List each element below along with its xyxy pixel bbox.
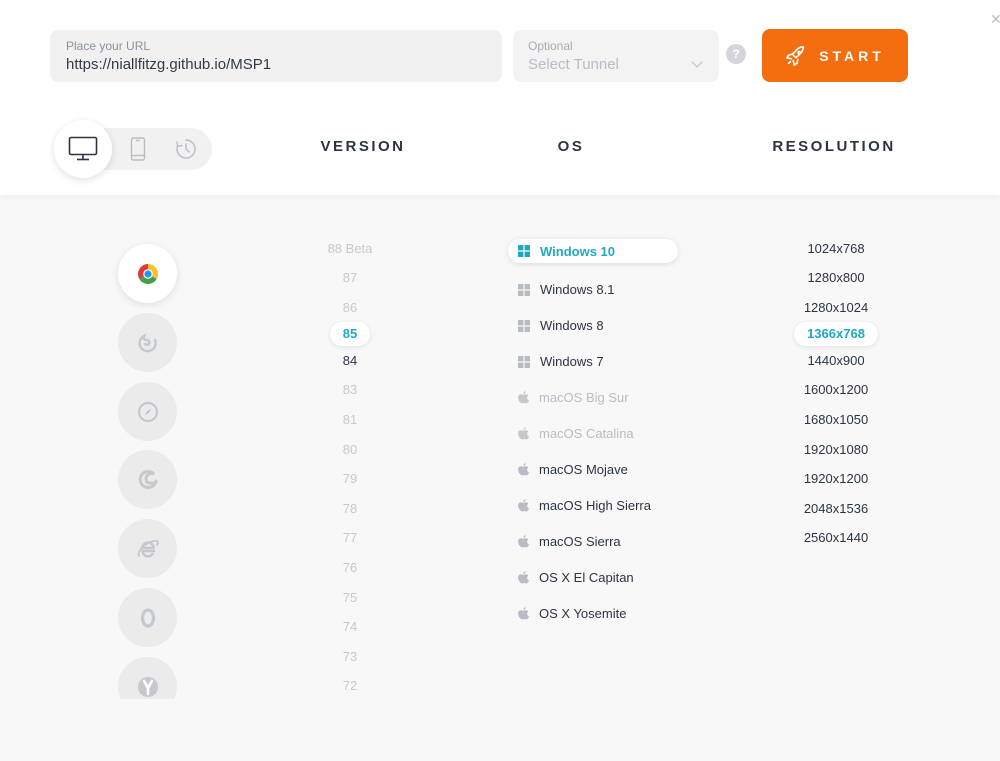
version-item[interactable]: 72 <box>310 678 390 693</box>
os-item[interactable]: macOS High Sierra <box>518 498 651 513</box>
apple-icon <box>518 427 529 440</box>
resolution-item[interactable]: 1920x1080 <box>790 442 882 457</box>
resolution-item[interactable]: 2560x1440 <box>790 530 882 545</box>
rocket-icon <box>786 45 805 66</box>
version-item[interactable]: 76 <box>310 560 390 575</box>
tunnel-placeholder: Select Tunnel <box>528 56 619 73</box>
version-heading: VERSION <box>320 138 406 155</box>
version-item-selected[interactable]: 85 <box>330 322 370 346</box>
os-item[interactable]: macOS Sierra <box>518 534 621 549</box>
version-item[interactable]: 74 <box>310 619 390 634</box>
os-label: OS X El Capitan <box>539 570 634 585</box>
os-label: Windows 7 <box>540 354 604 369</box>
os-label: macOS High Sierra <box>539 498 651 513</box>
version-item[interactable]: 78 <box>310 501 390 516</box>
os-label: Windows 8 <box>540 318 604 333</box>
tunnel-select[interactable]: Optional Select Tunnel <box>513 30 719 82</box>
windows-icon <box>518 283 530 296</box>
windows-icon <box>518 245 530 257</box>
os-label: macOS Mojave <box>539 462 628 477</box>
version-item[interactable]: 73 <box>310 649 390 664</box>
resolution-item-selected[interactable]: 1366x768 <box>794 322 878 346</box>
resolution-item[interactable]: 1440x900 <box>790 353 882 368</box>
os-heading: OS <box>557 138 585 155</box>
version-item[interactable]: 86 <box>310 300 390 315</box>
apple-icon <box>518 463 529 476</box>
apple-icon <box>518 607 529 620</box>
start-button[interactable]: START <box>762 29 908 82</box>
os-item[interactable]: Windows 8 <box>518 318 604 333</box>
url-label: Place your URL <box>66 39 151 53</box>
yandex-icon <box>137 676 158 697</box>
os-label: macOS Sierra <box>539 534 621 549</box>
resolution-item[interactable]: 1280x800 <box>790 270 882 285</box>
resolution-item[interactable]: 1280x1024 <box>790 300 882 315</box>
top-bar: ✕ Place your URL Optional Select Tunnel … <box>0 0 1000 195</box>
version-item[interactable]: 84 <box>310 353 390 368</box>
os-item[interactable]: Windows 8.1 <box>518 282 614 297</box>
recent-icon <box>176 139 196 159</box>
resolution-item[interactable]: 1024x768 <box>790 241 882 256</box>
version-item[interactable]: 77 <box>310 530 390 545</box>
url-input[interactable] <box>66 56 486 73</box>
resolution-item[interactable]: 1920x1200 <box>790 471 882 486</box>
os-label: macOS Big Sur <box>539 390 629 405</box>
mobile-icon <box>130 137 146 161</box>
device-tab-recent[interactable] <box>170 132 202 166</box>
os-item[interactable]: Windows 7 <box>518 354 604 369</box>
start-label: START <box>819 47 885 64</box>
os-label: OS X Yosemite <box>539 606 627 621</box>
device-tab-mobile[interactable] <box>122 132 154 166</box>
version-item[interactable]: 80 <box>310 442 390 457</box>
device-tab-desktop[interactable] <box>54 120 112 178</box>
url-field[interactable]: Place your URL <box>50 30 502 82</box>
os-item[interactable]: macOS Mojave <box>518 462 628 477</box>
help-icon[interactable]: ? <box>726 44 746 64</box>
os-label: Windows 10 <box>540 243 616 259</box>
resolution-item[interactable]: 1600x1200 <box>790 382 882 397</box>
resolution-item[interactable]: 2048x1536 <box>790 501 882 516</box>
os-label: Windows 8.1 <box>540 282 615 297</box>
version-item[interactable]: 87 <box>310 270 390 285</box>
version-item[interactable]: 88 Beta <box>310 241 390 256</box>
desktop-icon <box>68 136 98 161</box>
tunnel-label: Optional <box>528 39 573 53</box>
version-item[interactable]: 83 <box>310 382 390 397</box>
os-item-selected[interactable]: Windows 10 <box>508 239 678 263</box>
version-item[interactable]: 79 <box>310 471 390 486</box>
os-item[interactable]: macOS Catalina <box>518 426 634 441</box>
os-label: macOS Catalina <box>539 426 634 441</box>
resolution-item[interactable]: 1680x1050 <box>790 412 882 427</box>
windows-icon <box>518 355 530 368</box>
apple-icon <box>518 391 529 404</box>
apple-icon <box>518 499 529 512</box>
apple-icon <box>518 535 529 548</box>
browser-list-viewport <box>100 232 200 699</box>
os-item[interactable]: macOS Big Sur <box>518 390 629 405</box>
os-item[interactable]: OS X Yosemite <box>518 606 626 621</box>
version-item[interactable]: 81 <box>310 412 390 427</box>
apple-icon <box>518 571 529 584</box>
windows-icon <box>518 319 530 332</box>
browser-yandex[interactable] <box>118 657 177 699</box>
version-item[interactable]: 75 <box>310 590 390 605</box>
os-item[interactable]: OS X El Capitan <box>518 570 634 585</box>
close-icon[interactable]: ✕ <box>990 12 1000 28</box>
resolution-heading: RESOLUTION <box>772 138 896 155</box>
